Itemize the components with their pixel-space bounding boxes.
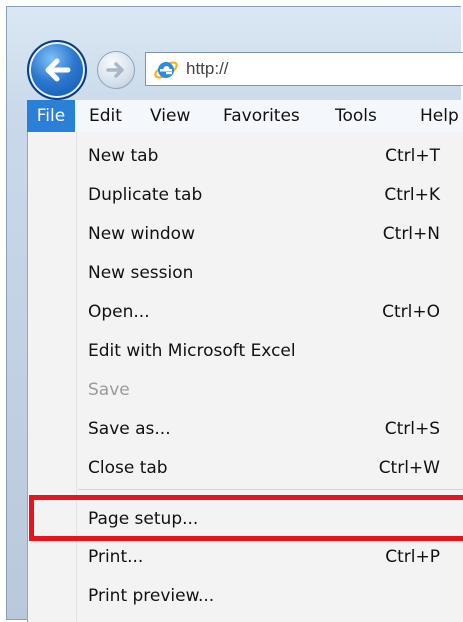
menu-item-duplicate-tab[interactable]: Duplicate tab Ctrl+K	[28, 177, 463, 215]
menu-item-label: Edit with Microsoft Excel	[88, 341, 296, 361]
menu-favorites[interactable]: Favorites	[223, 100, 300, 132]
menu-item-new-window[interactable]: New window Ctrl+N	[28, 216, 463, 254]
highlight-outline	[29, 495, 463, 541]
address-bar[interactable]: http://	[145, 52, 463, 86]
file-menu-dropdown: New tab Ctrl+T Duplicate tab Ctrl+K New …	[27, 132, 463, 622]
menu-item-close-tab[interactable]: Close tab Ctrl+W	[28, 450, 463, 488]
menu-item-new-session[interactable]: New session	[28, 255, 463, 293]
menu-item-print[interactable]: Print... Ctrl+P	[28, 539, 463, 577]
internet-explorer-icon	[154, 61, 178, 79]
url-text: http://	[186, 59, 229, 78]
menu-tools[interactable]: Tools	[335, 100, 377, 132]
menu-item-label: New session	[88, 263, 194, 283]
menu-item-shortcut: Ctrl+S	[384, 419, 440, 439]
menu-edit[interactable]: Edit	[89, 100, 122, 132]
menu-item-shortcut: Ctrl+O	[382, 302, 440, 322]
menu-item-edit-with-excel[interactable]: Edit with Microsoft Excel	[28, 333, 463, 371]
menu-item-print-preview[interactable]: Print preview...	[28, 578, 463, 616]
menu-item-label: Save	[88, 380, 130, 400]
menu-item-shortcut: Ctrl+K	[384, 185, 440, 205]
menu-item-new-tab[interactable]: New tab Ctrl+T	[28, 138, 463, 176]
menu-item-shortcut: Ctrl+W	[378, 458, 440, 478]
menu-item-open[interactable]: Open... Ctrl+O	[28, 294, 463, 332]
menu-item-label: Print preview...	[88, 586, 215, 606]
menu-item-label: New window	[88, 224, 195, 244]
forward-arrow-icon	[106, 62, 124, 78]
menu-item-label: Save as...	[88, 419, 171, 439]
menu-item-label: Duplicate tab	[88, 185, 203, 205]
menu-view[interactable]: View	[150, 100, 190, 132]
menu-item-shortcut: Ctrl+N	[382, 224, 440, 244]
menu-item-label: Open...	[88, 302, 150, 322]
menu-file[interactable]: File	[27, 100, 75, 132]
menu-separator	[78, 489, 463, 490]
menu-item-label: Close tab	[88, 458, 168, 478]
back-arrow-icon	[45, 58, 71, 82]
back-button[interactable]	[27, 40, 87, 100]
menu-item-save: Save	[28, 372, 463, 410]
menu-item-shortcut: Ctrl+P	[385, 547, 440, 567]
menu-bar: File Edit View Favorites Tools Help	[27, 100, 463, 133]
forward-button[interactable]	[97, 51, 135, 89]
menu-item-label: New tab	[88, 146, 159, 166]
menu-item-save-as[interactable]: Save as... Ctrl+S	[28, 411, 463, 449]
menu-item-shortcut: Ctrl+T	[385, 146, 440, 166]
navigation-bar: http://	[0, 0, 463, 100]
menu-help[interactable]: Help	[420, 100, 459, 132]
menu-item-label: Print...	[88, 547, 144, 567]
